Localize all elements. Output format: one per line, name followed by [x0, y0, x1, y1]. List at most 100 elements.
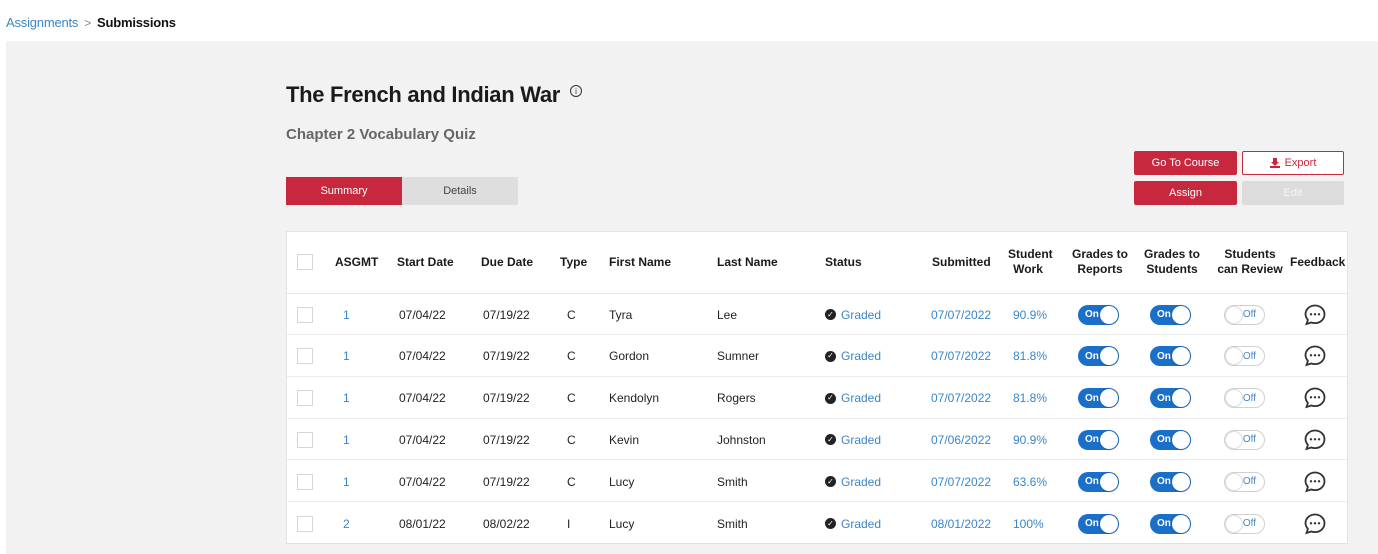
row-checkbox[interactable] [297, 306, 313, 323]
status-link[interactable]: Graded [841, 391, 881, 405]
grades-to-students-toggle[interactable]: On [1150, 429, 1191, 450]
info-icon[interactable]: i [570, 85, 583, 97]
students-can-review-toggle[interactable]: Off [1224, 429, 1265, 450]
toggle-knob [1172, 472, 1190, 491]
students-can-review-toggle[interactable]: Off [1224, 388, 1265, 409]
assign-button[interactable]: Assign [1134, 181, 1237, 205]
row-checkbox[interactable] [297, 390, 313, 407]
grades-to-reports-toggle[interactable]: On [1078, 513, 1119, 534]
asgmt-link[interactable]: 1 [343, 294, 350, 335]
status[interactable]: ✓ Graded [825, 517, 881, 531]
status[interactable]: ✓ Graded [825, 433, 881, 447]
feedback-chat-icon[interactable] [1303, 386, 1327, 410]
check-circle-icon: ✓ [825, 476, 836, 488]
status-link[interactable]: Graded [841, 517, 881, 531]
breadcrumb-assignments-link[interactable]: Assignments [6, 15, 78, 30]
grades-to-reports-toggle-label: On [1085, 350, 1099, 362]
status[interactable]: ✓ Graded [825, 475, 881, 489]
status-link[interactable]: Graded [841, 308, 881, 322]
students-can-review-toggle[interactable]: Off [1224, 346, 1265, 367]
start-date: 07/04/22 [399, 391, 446, 406]
asgmt-link[interactable]: 2 [343, 503, 350, 544]
submitted-date-link[interactable]: 07/07/2022 [931, 294, 991, 335]
students-can-review-toggle[interactable]: Off [1224, 513, 1265, 534]
submitted-date-link[interactable]: 07/07/2022 [931, 378, 991, 419]
first-name: Kevin [609, 432, 640, 447]
header-grades-reports-line2: Reports [1077, 262, 1123, 276]
submitted-date-link[interactable]: 07/07/2022 [931, 461, 991, 502]
student-work-link[interactable]: 81.8% [1013, 336, 1047, 377]
asgmt-link[interactable]: 1 [343, 378, 350, 419]
students-can-review-toggle-label: Off [1242, 350, 1256, 362]
page-title: The French and Indian War [286, 82, 561, 107]
table-row: 1 07/04/22 07/19/22 C Lucy Smith ✓ Grade… [287, 461, 1347, 503]
students-can-review-toggle[interactable]: Off [1224, 304, 1265, 325]
tab-summary[interactable]: Summary [286, 177, 402, 205]
select-all-checkbox[interactable] [297, 254, 313, 270]
grades-to-students-toggle[interactable]: On [1150, 471, 1191, 492]
toggle-knob [1225, 472, 1243, 491]
grades-to-reports-toggle[interactable]: On [1078, 304, 1119, 325]
grades-to-students-toggle[interactable]: On [1150, 346, 1191, 367]
breadcrumb-separator: > [84, 15, 92, 30]
status-link[interactable]: Graded [841, 433, 881, 447]
student-work-link[interactable]: 100% [1013, 503, 1044, 544]
asgmt-link[interactable]: 1 [343, 461, 350, 502]
tab-details[interactable]: Details [402, 177, 518, 205]
students-can-review-toggle[interactable]: Off [1224, 471, 1265, 492]
status[interactable]: ✓ Graded [825, 308, 881, 322]
asgmt-link[interactable]: 1 [343, 419, 350, 460]
feedback-chat-icon[interactable] [1303, 428, 1327, 452]
header-grades-to-students: Grades to Students [1142, 247, 1202, 277]
grades-to-students-toggle[interactable]: On [1150, 304, 1191, 325]
toggle-knob [1172, 305, 1190, 324]
check-circle-icon: ✓ [825, 309, 836, 320]
grades-to-reports-toggle[interactable]: On [1078, 429, 1119, 450]
header-students-review-line1: Students [1224, 247, 1276, 261]
status[interactable]: ✓ Graded [825, 349, 881, 363]
grades-to-reports-toggle[interactable]: On [1078, 346, 1119, 367]
export-button[interactable]: Export [1242, 151, 1344, 175]
go-to-course-button[interactable]: Go To Course [1134, 151, 1237, 175]
header-type: Type [560, 255, 588, 269]
start-date: 07/04/22 [399, 432, 446, 447]
header-students-can-review: Students can Review [1215, 247, 1285, 277]
breadcrumb: Assignments > Submissions [6, 15, 176, 30]
grades-to-students-toggle[interactable]: On [1150, 388, 1191, 409]
due-date: 07/19/22 [483, 474, 530, 489]
status-link[interactable]: Graded [841, 475, 881, 489]
table-row: 2 08/01/22 08/02/22 I Lucy Smith ✓ Grade… [287, 503, 1347, 544]
student-work-link[interactable]: 90.9% [1013, 294, 1047, 335]
edit-button[interactable]: Edit [1242, 181, 1344, 205]
student-work-link[interactable]: 90.9% [1013, 419, 1047, 460]
status-link[interactable]: Graded [841, 349, 881, 363]
student-work-link[interactable]: 63.6% [1013, 461, 1047, 502]
toggle-knob [1225, 347, 1243, 366]
toggle-knob [1100, 389, 1118, 408]
student-work-link[interactable]: 81.8% [1013, 378, 1047, 419]
start-date: 07/04/22 [399, 349, 446, 364]
asgmt-link[interactable]: 1 [343, 336, 350, 377]
status[interactable]: ✓ Graded [825, 391, 881, 405]
last-name: Lee [717, 307, 738, 322]
due-date: 07/19/22 [483, 349, 530, 364]
feedback-chat-icon[interactable] [1303, 303, 1327, 327]
submitted-date-link[interactable]: 07/06/2022 [931, 419, 991, 460]
grades-to-students-toggle[interactable]: On [1150, 513, 1191, 534]
breadcrumb-current: Submissions [97, 15, 176, 30]
feedback-chat-icon[interactable] [1303, 344, 1327, 368]
row-checkbox[interactable] [297, 473, 313, 490]
row-checkbox[interactable] [297, 348, 313, 365]
feedback-chat-icon[interactable] [1303, 470, 1327, 494]
grades-to-reports-toggle[interactable]: On [1078, 471, 1119, 492]
edit-label: Edit [1283, 187, 1303, 199]
submitted-date-link[interactable]: 08/01/2022 [931, 503, 991, 544]
submitted-date-link[interactable]: 07/07/2022 [931, 336, 991, 377]
grades-to-reports-toggle[interactable]: On [1078, 388, 1119, 409]
header-feedback: Feedback [1290, 255, 1346, 269]
feedback-chat-icon[interactable] [1303, 512, 1327, 536]
row-checkbox[interactable] [297, 431, 313, 448]
go-to-course-label: Go To Course [1151, 157, 1220, 169]
row-checkbox[interactable] [297, 515, 313, 532]
first-name: Lucy [609, 474, 635, 489]
